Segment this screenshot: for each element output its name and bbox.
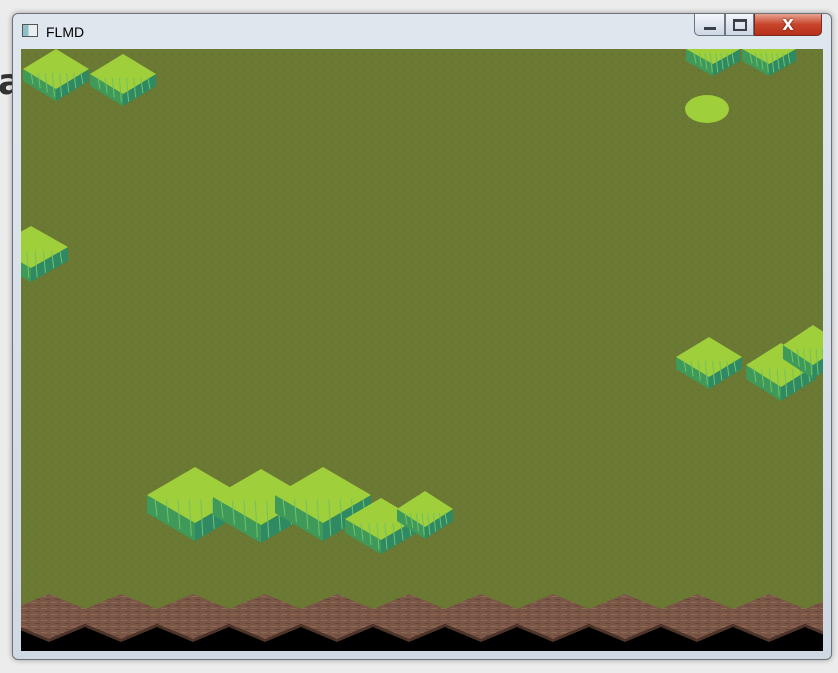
close-button[interactable]: X	[754, 14, 822, 36]
app-icon	[22, 24, 38, 37]
window-title: FLMD	[46, 24, 85, 40]
minimize-button[interactable]	[694, 14, 725, 36]
game-viewport[interactable]	[21, 49, 823, 651]
close-icon: X	[782, 15, 794, 34]
maximize-icon	[732, 18, 747, 31]
grass-tuft	[685, 95, 729, 123]
app-window: FLMD X	[12, 13, 832, 660]
minimize-icon	[703, 27, 716, 30]
game-scene	[21, 49, 823, 651]
maximize-button[interactable]	[725, 14, 754, 36]
title-bar[interactable]: FLMD X	[13, 14, 831, 48]
